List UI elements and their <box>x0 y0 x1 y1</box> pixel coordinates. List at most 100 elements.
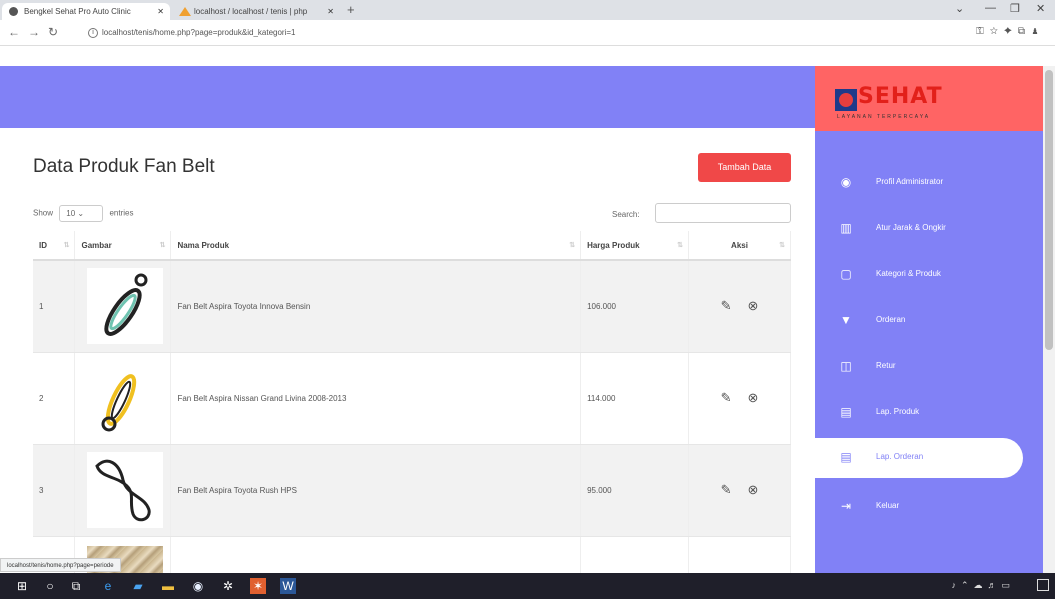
sidebar-item-ongkir[interactable]: ▥ Atur Jarak & Ongkir <box>815 209 1043 249</box>
print-icon: ▤ <box>840 450 852 464</box>
cell-id: 1 <box>33 260 76 353</box>
cell-price <box>580 536 689 573</box>
brand-tagline: LAYANAN TERPERCAYA <box>837 114 931 120</box>
sidebar-item-profil[interactable]: ◉ Profil Administrator <box>815 163 1043 203</box>
chevron-down-icon: ⌄ <box>77 209 85 218</box>
address-url: localhost/tenis/home.php?page=produk&id_… <box>102 28 296 37</box>
browser-tab-active[interactable]: Bengkel Sehat Pro Auto Clinic ✕ <box>2 3 170 20</box>
close-window-icon[interactable]: ✕ <box>1036 2 1045 15</box>
brand-name: SEHAT <box>858 84 943 109</box>
file-explorer-icon[interactable]: ▬ <box>160 578 176 594</box>
minimize-icon[interactable]: — <box>985 2 996 14</box>
browser-toolbar: ← → ↻ i localhost/tenis/home.php?page=pr… <box>0 20 1055 46</box>
box-icon: ▢ <box>840 267 852 281</box>
sidebar-scrollbar[interactable] <box>1043 66 1055 573</box>
cell-image <box>74 352 172 445</box>
scrollbar-thumb[interactable] <box>1045 70 1053 350</box>
cell-actions: ✎ ⊗ <box>688 352 791 445</box>
sidebar-item-label: Kategori & Produk <box>876 269 941 278</box>
system-tray-icons[interactable]: ♪⌃☁♬▭ <box>951 580 1015 591</box>
column-header-nama[interactable]: Nama Produk ⇅ <box>170 231 582 261</box>
sidebar-item-retur[interactable]: ◫ Retur <box>815 347 1043 387</box>
map-icon: ▥ <box>840 221 852 235</box>
sidebar-item-label: Orderan <box>876 315 906 324</box>
entries-select[interactable]: 10 ⌄ <box>59 205 104 222</box>
show-label: Show <box>33 208 54 218</box>
store-icon[interactable]: ▰ <box>130 578 146 594</box>
edit-icon[interactable]: ✎ <box>721 390 732 406</box>
column-header-harga[interactable]: Harga Produk ⇅ <box>580 231 689 261</box>
cell-image <box>74 444 172 537</box>
notification-icon[interactable] <box>1037 579 1049 591</box>
search-icon[interactable]: ○ <box>42 578 58 594</box>
sort-icon: ⇅ <box>63 242 70 249</box>
sort-icon: ⇅ <box>569 242 576 249</box>
search-input[interactable] <box>655 203 791 223</box>
product-table: ID ⇅ Gambar ⇅ Nama Produk ⇅ Harga Produk ⇅ A… <box>33 231 791 573</box>
reload-icon[interactable]: ↻ <box>48 25 58 39</box>
phpmyadmin-favicon-icon <box>179 7 191 16</box>
sidebar-item-keluar[interactable]: ⇥ Keluar <box>815 487 1043 527</box>
entries-label: entries <box>109 208 134 218</box>
header-band <box>0 66 815 128</box>
cell-price: 114.000 <box>580 352 689 445</box>
web-page: SEHAT LAYANAN TERPERCAYA ◉ Profil Admini… <box>0 46 1055 573</box>
address-bar[interactable]: i localhost/tenis/home.php?page=produk&i… <box>86 23 846 43</box>
cell-product-name: Fan Belt Aspira Toyota Innova Bensin <box>170 260 582 353</box>
print-icon: ▤ <box>840 405 852 419</box>
return-icon: ◫ <box>840 359 852 373</box>
table-row: 2 Fan Belt Aspira Nissan Grand Livina 20… <box>33 352 791 445</box>
cell-actions: ✎ ⊗ <box>688 260 791 353</box>
back-icon[interactable]: ← <box>8 25 20 39</box>
sidebar-item-lap-orderan[interactable]: ▤ Lap. Orderan <box>815 438 1023 478</box>
chrome-icon[interactable]: ◉ <box>190 578 206 594</box>
sidebar-item-label: Atur Jarak & Ongkir <box>876 223 946 232</box>
xampp-icon[interactable]: ✶ <box>250 578 266 594</box>
column-header-id[interactable]: ID ⇅ <box>33 231 76 261</box>
delete-icon[interactable]: ⊗ <box>748 298 759 314</box>
extension-icons[interactable]: ⚿☆✦⧉♟ <box>976 26 1045 37</box>
user-circle-icon: ◉ <box>840 175 852 189</box>
column-header-aksi[interactable]: Aksi ⇅ <box>688 231 791 261</box>
logo-emblem-icon <box>835 89 857 111</box>
edit-icon[interactable]: ✎ <box>721 482 732 498</box>
cell-id: 3 <box>33 444 76 537</box>
delete-icon[interactable]: ⊗ <box>748 482 759 498</box>
cell-actions: ✎ ⊗ <box>688 444 791 537</box>
sort-icon: ⇅ <box>159 242 166 249</box>
cell-actions <box>688 536 791 573</box>
forward-icon[interactable]: → <box>28 25 40 39</box>
sidebar-item-orderan[interactable]: ▼ Orderan <box>815 301 1043 341</box>
sidebar-item-lap-produk[interactable]: ▤ Lap. Produk <box>815 393 1043 433</box>
cell-product-name: Fan Belt Aspira Toyota Rush HPS <box>170 444 582 537</box>
browser-tab[interactable]: localhost / localhost / tenis | php ✕ <box>172 3 340 20</box>
table-row: 1 Fan Belt Aspira Toyota Innova Bensin 1… <box>33 260 791 353</box>
settings-gear-icon[interactable]: ✲ <box>220 578 236 594</box>
task-view-icon[interactable]: ⧉ <box>68 578 84 594</box>
cell-product-name: Fan Belt Aspira Nissan Grand Livina 2008… <box>170 352 582 445</box>
edit-icon[interactable]: ✎ <box>721 298 732 314</box>
site-info-icon[interactable]: i <box>88 28 98 38</box>
tab-search-icon[interactable]: ⌄ <box>955 2 964 15</box>
site-favicon-icon <box>9 7 18 16</box>
add-data-button[interactable]: Tambah Data <box>698 153 791 182</box>
sidebar-item-label: Retur <box>876 361 896 370</box>
edge-icon[interactable]: e <box>100 578 116 594</box>
cell-price: 95.000 <box>580 444 689 537</box>
windows-start-icon[interactable]: ⊞ <box>14 578 30 594</box>
close-tab-icon[interactable]: ✕ <box>327 3 334 20</box>
column-header-gambar[interactable]: Gambar ⇅ <box>74 231 172 261</box>
main-content: Data Produk Fan Belt Tambah Data Show 10… <box>0 128 815 573</box>
page-title: Data Produk Fan Belt <box>33 156 215 177</box>
new-tab-button[interactable]: + <box>347 2 355 17</box>
brand-logo[interactable]: SEHAT LAYANAN TERPERCAYA <box>815 66 1043 131</box>
sort-icon: ⇅ <box>779 242 785 249</box>
maximize-icon[interactable]: ❐ <box>1010 2 1020 15</box>
cell-price: 106.000 <box>580 260 689 353</box>
delete-icon[interactable]: ⊗ <box>748 390 759 406</box>
close-tab-icon[interactable]: ✕ <box>157 3 164 20</box>
status-bar-url: localhost/tenis/home.php?page=periode <box>0 558 121 572</box>
sidebar-item-kategori[interactable]: ▢ Kategori & Produk <box>815 255 1043 295</box>
word-icon[interactable]: W <box>280 578 296 594</box>
product-image <box>87 360 164 436</box>
